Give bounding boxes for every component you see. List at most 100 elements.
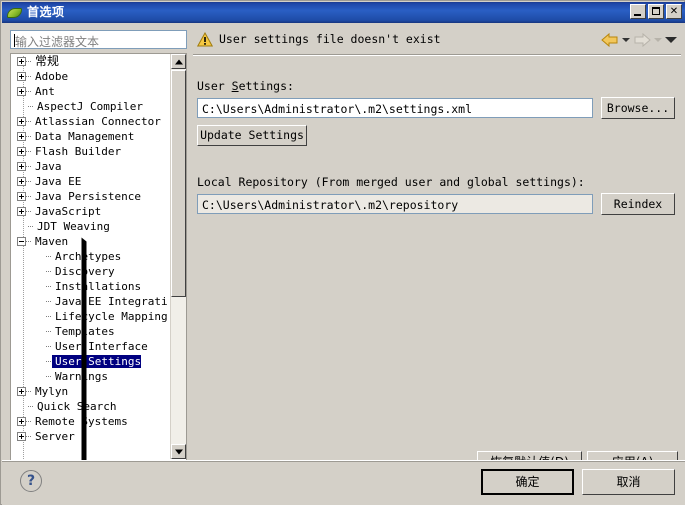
- tree-leaf-spacer: [35, 327, 46, 336]
- browse-button[interactable]: Browse...: [601, 97, 675, 119]
- title-bar[interactable]: 首选项 ✕: [2, 2, 685, 23]
- tree-connector: [28, 405, 33, 408]
- close-button[interactable]: ✕: [666, 4, 682, 19]
- dialog-content: 输入过滤器文本 常规 Adobe Ant AspectJ Compiler Atlass…: [2, 23, 685, 477]
- tree-connector: [26, 60, 31, 63]
- user-settings-label-pre: User: [197, 79, 232, 93]
- tree-item-label: Flash Builder: [35, 145, 122, 158]
- expand-icon[interactable]: [17, 177, 26, 186]
- tree-item-[interactable]: 常规: [11, 54, 167, 69]
- tree-connector: [46, 285, 51, 288]
- forward-arrow-icon: [634, 32, 651, 48]
- tree-leaf-spacer: [35, 252, 46, 261]
- reindex-button-label: Reindex: [613, 197, 663, 211]
- cancel-button[interactable]: 取消: [582, 469, 675, 495]
- tree-item-java-ee[interactable]: Java EE: [11, 174, 167, 189]
- tree-connector: [46, 375, 51, 378]
- tree-connector: [26, 135, 31, 138]
- back-arrow-icon[interactable]: [601, 32, 619, 48]
- back-dropdown-icon[interactable]: [622, 38, 630, 42]
- tree-connector: [46, 255, 51, 258]
- expand-icon[interactable]: [17, 162, 26, 171]
- expand-icon[interactable]: [17, 387, 26, 396]
- user-settings-label: User Settings:: [197, 79, 294, 93]
- expand-icon[interactable]: [17, 72, 26, 81]
- message-text: User settings file doesn't exist: [219, 32, 441, 46]
- tree-item-atlassian-connector[interactable]: Atlassian Connector: [11, 114, 167, 129]
- dialog-footer: ? 确定 取消: [2, 460, 685, 505]
- tree-connector: [26, 75, 31, 78]
- expand-icon[interactable]: [17, 417, 26, 426]
- tree-item-data-management[interactable]: Data Management: [11, 129, 167, 144]
- tree-item-label: Java: [35, 160, 62, 173]
- user-settings-value: C:\Users\Administrator\.m2\settings.xml: [202, 102, 473, 116]
- user-settings-label-mnemonic: S: [231, 79, 239, 93]
- tree-leaf-spacer: [35, 342, 46, 351]
- expand-icon[interactable]: [17, 432, 26, 441]
- tree-item-label: JDT Weaving: [37, 220, 110, 233]
- tree-leaf-spacer: [35, 297, 46, 306]
- expand-icon[interactable]: [17, 147, 26, 156]
- local-repository-input: C:\Users\Administrator\.m2\repository: [197, 194, 593, 214]
- footer-divider: [2, 461, 685, 462]
- window-title: 首选项: [27, 5, 65, 19]
- tree-item-label: JavaScript: [35, 205, 102, 218]
- triangle-up-icon: [174, 59, 183, 64]
- tree-connector: [26, 165, 31, 168]
- tree-leaf-spacer: [35, 372, 46, 381]
- ok-button[interactable]: 确定: [481, 469, 574, 495]
- scroll-up-button[interactable]: [171, 54, 186, 69]
- expand-icon[interactable]: [17, 57, 26, 66]
- tree-item-flash-builder[interactable]: Flash Builder: [11, 144, 167, 159]
- update-settings-button[interactable]: Update Settings: [197, 125, 307, 146]
- tree-item-ant[interactable]: Ant: [11, 84, 167, 99]
- filter-placeholder: 输入过滤器文本: [15, 35, 100, 49]
- tree-leaf-spacer: [17, 402, 28, 411]
- forward-dropdown-icon: [654, 38, 662, 42]
- tree-item-adobe[interactable]: Adobe: [11, 69, 167, 84]
- tree-leaf-spacer: [17, 222, 28, 231]
- tree-item-label: Maven: [35, 235, 69, 248]
- filter-input[interactable]: 输入过滤器文本: [10, 30, 187, 49]
- tree-item-java-persistence[interactable]: Java Persistence: [11, 189, 167, 204]
- tree-item-jdt-weaving[interactable]: JDT Weaving: [11, 219, 167, 234]
- tree-connector: [26, 240, 31, 243]
- message-separator: [193, 54, 681, 56]
- tree-connector: [26, 120, 31, 123]
- tree-item-label: Mylyn: [35, 385, 69, 398]
- message-bar: User settings file doesn't exist: [193, 27, 681, 54]
- tree-item-label: Server: [35, 430, 75, 443]
- tree-connector: [46, 270, 51, 273]
- help-button[interactable]: ?: [20, 470, 42, 492]
- settings-panel: User settings file doesn't exist User Se…: [193, 27, 681, 476]
- expand-icon[interactable]: [17, 192, 26, 201]
- tree-item-javascript[interactable]: JavaScript: [11, 204, 167, 219]
- leaf-icon: [7, 6, 23, 20]
- warning-icon: [197, 32, 213, 47]
- tree-connector: [26, 390, 31, 393]
- reindex-button[interactable]: Reindex: [601, 193, 675, 215]
- maximize-button[interactable]: [648, 4, 664, 19]
- tree-item-label: Java Persistence: [35, 190, 141, 203]
- user-settings-input[interactable]: C:\Users\Administrator\.m2\settings.xml: [197, 98, 593, 118]
- tree-item-aspectj-compiler[interactable]: AspectJ Compiler: [11, 99, 167, 114]
- minimize-button[interactable]: [630, 4, 646, 19]
- more-dropdown-icon[interactable]: [665, 37, 677, 43]
- navigation-history-toolbar: [601, 31, 677, 49]
- tree-connector: [26, 90, 31, 93]
- ok-button-label: 确定: [515, 475, 540, 489]
- tree-item-label: Ant: [35, 85, 55, 98]
- tree-item-label: Atlassian Connector: [35, 115, 161, 128]
- expand-icon[interactable]: [17, 117, 26, 126]
- tree-item-label: Data Management: [35, 130, 135, 143]
- expand-icon[interactable]: [17, 87, 26, 96]
- tree-leaf-spacer: [35, 267, 46, 276]
- expand-icon[interactable]: [17, 207, 26, 216]
- tree-leaf-spacer: [35, 312, 46, 321]
- preferences-tree[interactable]: 常规 Adobe Ant AspectJ Compiler Atlassian Conn…: [10, 53, 187, 477]
- expand-icon[interactable]: [17, 132, 26, 141]
- window-controls: ✕: [630, 4, 682, 19]
- collapse-icon[interactable]: [17, 237, 26, 246]
- tree-item-java[interactable]: Java: [11, 159, 167, 174]
- local-repository-value: C:\Users\Administrator\.m2\repository: [202, 198, 459, 212]
